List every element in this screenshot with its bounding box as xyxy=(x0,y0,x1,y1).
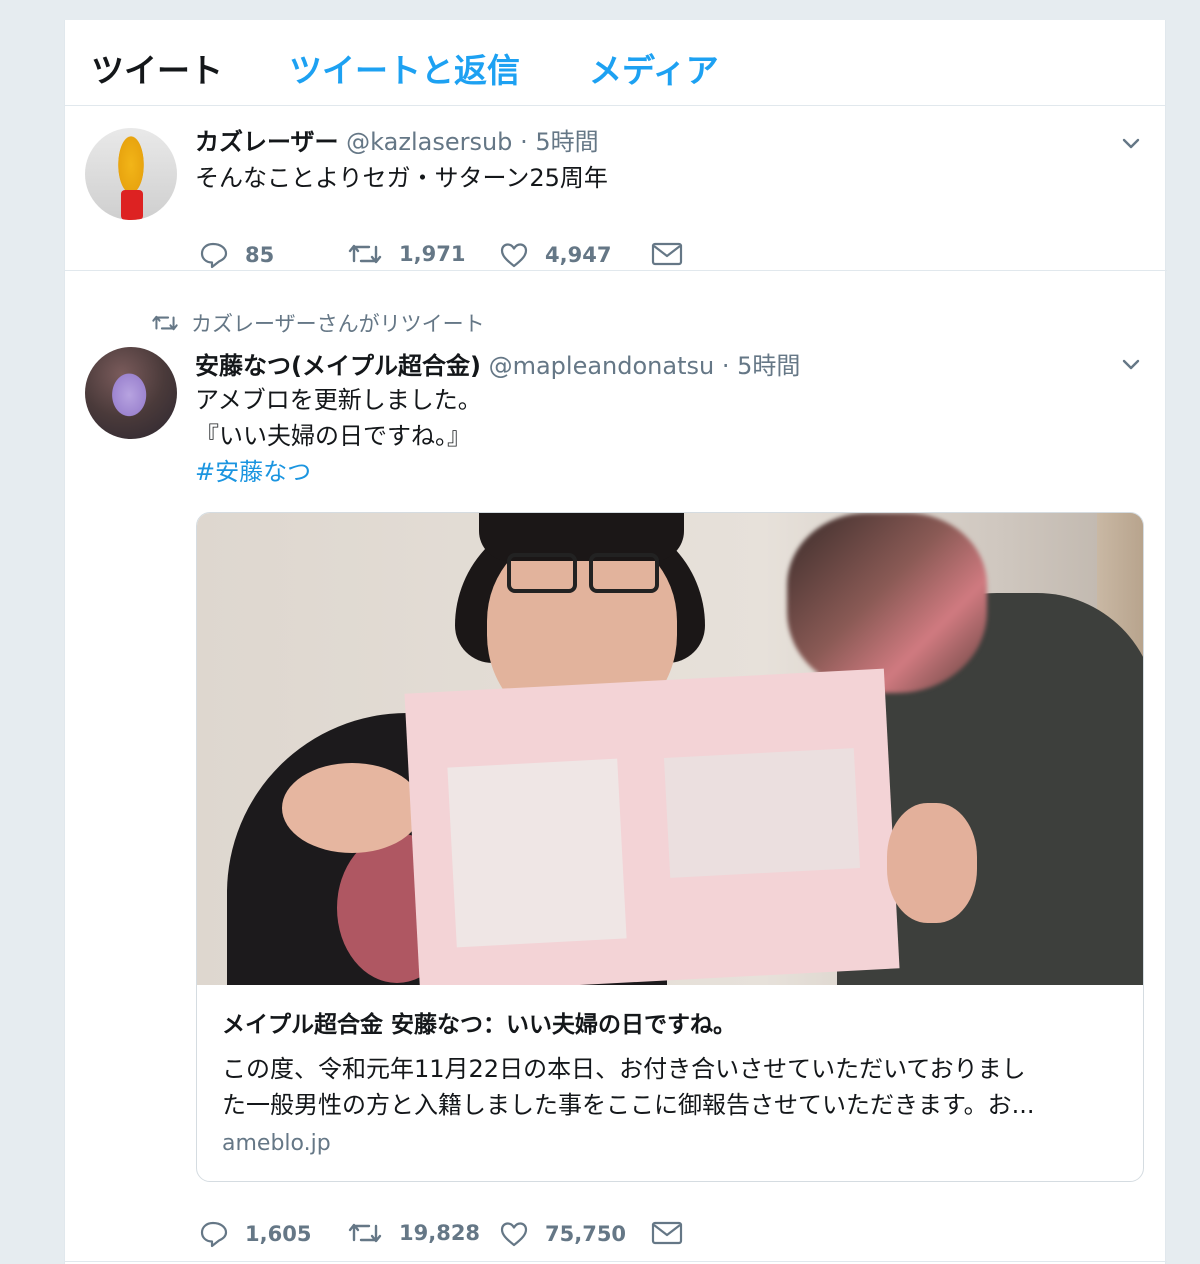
tweet-text-line: アメブロを更新しました。 xyxy=(195,386,482,414)
chevron-down-icon[interactable] xyxy=(1121,133,1141,153)
like-button[interactable]: 4,947 xyxy=(499,241,611,269)
retweet-context-label: カズレーザーさんがリツイート xyxy=(191,312,485,336)
heart-icon xyxy=(500,243,528,268)
user-handle[interactable]: @mapleandonatsu xyxy=(489,352,715,380)
profile-timeline-panel: ツイート ツイートと返信 メディア カズレーザー @kazlasersub · … xyxy=(64,20,1167,1264)
retweet-context[interactable]: カズレーザーさんがリツイート xyxy=(151,308,485,338)
like-button[interactable]: 75,750 xyxy=(499,1220,626,1248)
envelope-icon xyxy=(651,1221,683,1245)
tweet[interactable]: カズレーザー @kazlasersub · 5時間 そんなことよりセガ・サターン… xyxy=(65,107,1167,271)
avatar[interactable] xyxy=(85,347,177,439)
card-domain: ameblo.jp xyxy=(222,1131,331,1156)
like-count: 4,947 xyxy=(545,243,612,267)
tweet-text: そんなことよりセガ・サターン25周年 xyxy=(195,164,608,192)
retweet-button[interactable]: 19,828 xyxy=(347,1220,480,1246)
separator-dot: · xyxy=(520,128,528,156)
hashtag-link[interactable]: #安藤なつ xyxy=(195,454,482,490)
heart-icon xyxy=(500,1222,528,1247)
tweet[interactable]: カズレーザーさんがリツイート 安藤なつ(メイプル超合金) @mapleandon… xyxy=(65,272,1167,1262)
user-name[interactable]: カズレーザー xyxy=(195,128,339,156)
tweet-header: 安藤なつ(メイプル超合金) @mapleandonatsu · 5時間 xyxy=(195,346,800,381)
card-image xyxy=(197,513,1143,985)
direct-message-button[interactable] xyxy=(651,241,699,267)
tweet-text-line: 『いい夫婦の日ですね。』 xyxy=(195,422,471,450)
link-card[interactable]: メイプル超合金 安藤なつ：いい夫婦の日ですね。 この度、令和元年11月22日の本… xyxy=(196,512,1144,1182)
timeline-tabs: ツイート ツイートと返信 メディア xyxy=(65,20,1165,106)
like-count: 75,750 xyxy=(545,1222,627,1246)
card-title: メイプル超合金 安藤なつ：いい夫婦の日ですね。 xyxy=(222,1012,737,1038)
tab-tweets-and-replies[interactable]: ツイートと返信 xyxy=(289,44,520,92)
retweet-count: 1,971 xyxy=(399,242,466,266)
retweet-button[interactable]: 1,971 xyxy=(347,241,465,267)
tweet-time[interactable]: 5時間 xyxy=(535,128,598,156)
tab-media[interactable]: メディア xyxy=(589,44,719,92)
reply-icon xyxy=(200,242,228,269)
tweet-time[interactable]: 5時間 xyxy=(737,352,800,380)
chevron-down-icon[interactable] xyxy=(1121,354,1141,374)
retweet-icon xyxy=(152,315,178,331)
tweet-header: カズレーザー @kazlasersub · 5時間 xyxy=(195,122,599,157)
retweet-icon xyxy=(348,244,382,264)
tab-tweets[interactable]: ツイート xyxy=(91,44,223,92)
card-description: この度、令和元年11月22日の本日、お付き合いさせていただいておりまし た一般男… xyxy=(222,1051,1118,1123)
retweet-icon xyxy=(348,1223,382,1243)
card-description-line: た一般男性の方と入籍しました事をここに御報告させていただきます。お... xyxy=(222,1091,1035,1119)
avatar[interactable] xyxy=(85,128,177,220)
separator-dot: · xyxy=(721,352,730,380)
reply-button[interactable]: 1,605 xyxy=(199,1220,311,1248)
reply-count: 1,605 xyxy=(245,1222,312,1246)
reply-count: 85 xyxy=(245,243,275,267)
retweet-count: 19,828 xyxy=(399,1221,481,1245)
user-handle[interactable]: @kazlasersub xyxy=(346,128,512,156)
card-description-line: この度、令和元年11月22日の本日、お付き合いさせていただいておりまし xyxy=(222,1055,1026,1083)
user-name[interactable]: 安藤なつ(メイプル超合金) xyxy=(195,352,481,380)
envelope-icon xyxy=(651,242,683,266)
card-body: メイプル超合金 安藤なつ：いい夫婦の日ですね。 この度、令和元年11月22日の本… xyxy=(197,985,1143,1156)
direct-message-button[interactable] xyxy=(651,1220,699,1246)
reply-icon xyxy=(200,1221,228,1248)
tweet-text: アメブロを更新しました。 『いい夫婦の日ですね。』 #安藤なつ xyxy=(195,382,482,490)
reply-button[interactable]: 85 xyxy=(199,241,274,269)
